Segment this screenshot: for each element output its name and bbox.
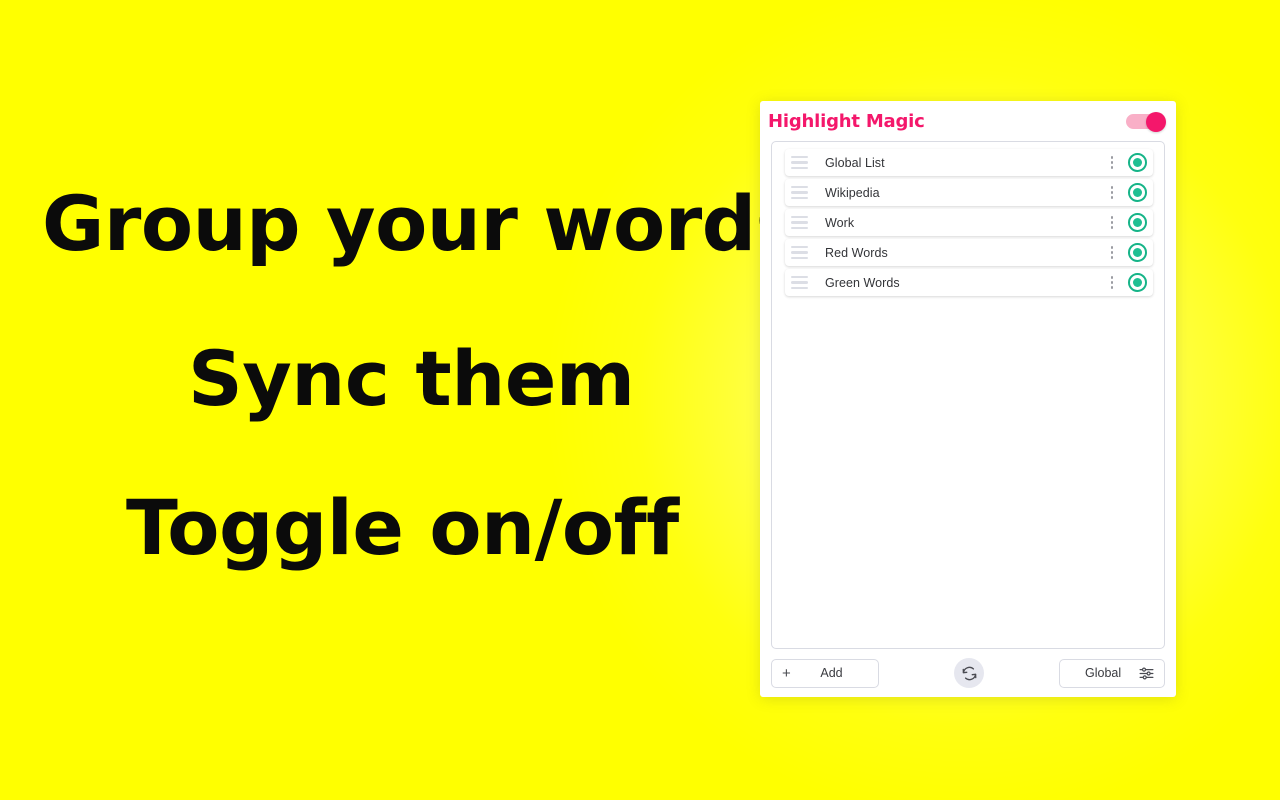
kebab-menu-icon[interactable] — [1103, 179, 1121, 206]
add-group-button[interactable]: + Add — [771, 658, 880, 688]
group-enable-toggle[interactable] — [1128, 273, 1147, 292]
drag-handle-icon[interactable] — [785, 209, 811, 236]
group-name-label: Red Words — [825, 245, 888, 260]
sliders-settings-icon — [1139, 667, 1154, 679]
radio-on-icon — [1133, 248, 1142, 257]
group-enable-toggle[interactable] — [1128, 213, 1147, 232]
group-row[interactable]: Wikipedia — [785, 179, 1153, 206]
radio-on-icon — [1133, 218, 1142, 227]
master-toggle-knob — [1146, 112, 1166, 132]
group-name-label: Wikipedia — [825, 185, 880, 200]
promo-copy: Group your words Sync them Toggle on/off — [0, 0, 801, 800]
kebab-menu-icon[interactable] — [1103, 269, 1121, 296]
add-group-label: Add — [820, 666, 843, 680]
promo-tagline-1: Group your words — [42, 179, 801, 268]
drag-handle-icon[interactable] — [785, 179, 811, 206]
promo-tagline-3: Toggle on/off — [126, 483, 679, 572]
promo-tagline-2: Sync them — [188, 334, 635, 423]
group-row[interactable]: Work — [785, 209, 1153, 236]
group-row[interactable]: Red Words — [785, 239, 1153, 266]
group-enable-toggle[interactable] — [1128, 183, 1147, 202]
kebab-menu-icon[interactable] — [1103, 149, 1121, 176]
panel-footer: + Add Global — [760, 649, 1176, 697]
plus-icon: + — [782, 664, 791, 682]
group-name-label: Green Words — [825, 275, 900, 290]
app-title: Highlight Magic — [768, 110, 925, 132]
group-name-label: Work — [825, 215, 855, 230]
kebab-menu-icon[interactable] — [1103, 239, 1121, 266]
group-enable-toggle[interactable] — [1128, 153, 1147, 172]
group-name-label: Global List — [825, 155, 885, 170]
sync-refresh-icon — [962, 666, 977, 680]
group-enable-toggle[interactable] — [1128, 243, 1147, 262]
radio-on-icon — [1133, 158, 1142, 167]
drag-handle-icon[interactable] — [785, 149, 811, 176]
sync-button[interactable] — [954, 658, 985, 688]
radio-on-icon — [1133, 278, 1142, 287]
group-row[interactable]: Green Words — [785, 269, 1153, 296]
kebab-menu-icon[interactable] — [1103, 209, 1121, 236]
drag-handle-icon[interactable] — [785, 269, 811, 296]
drag-handle-icon[interactable] — [785, 239, 811, 266]
extension-popup-panel: Highlight Magic Global List Wikipedia Work… — [760, 101, 1176, 697]
master-enable-toggle[interactable] — [1126, 112, 1166, 132]
scope-selector-label: Global — [1085, 666, 1122, 680]
radio-on-icon — [1133, 188, 1142, 197]
scope-selector-button[interactable]: Global — [1059, 658, 1165, 688]
group-list[interactable]: Global List Wikipedia Work Red Words Green W… — [771, 141, 1165, 649]
group-row[interactable]: Global List — [785, 149, 1153, 176]
panel-header: Highlight Magic — [760, 101, 1176, 141]
